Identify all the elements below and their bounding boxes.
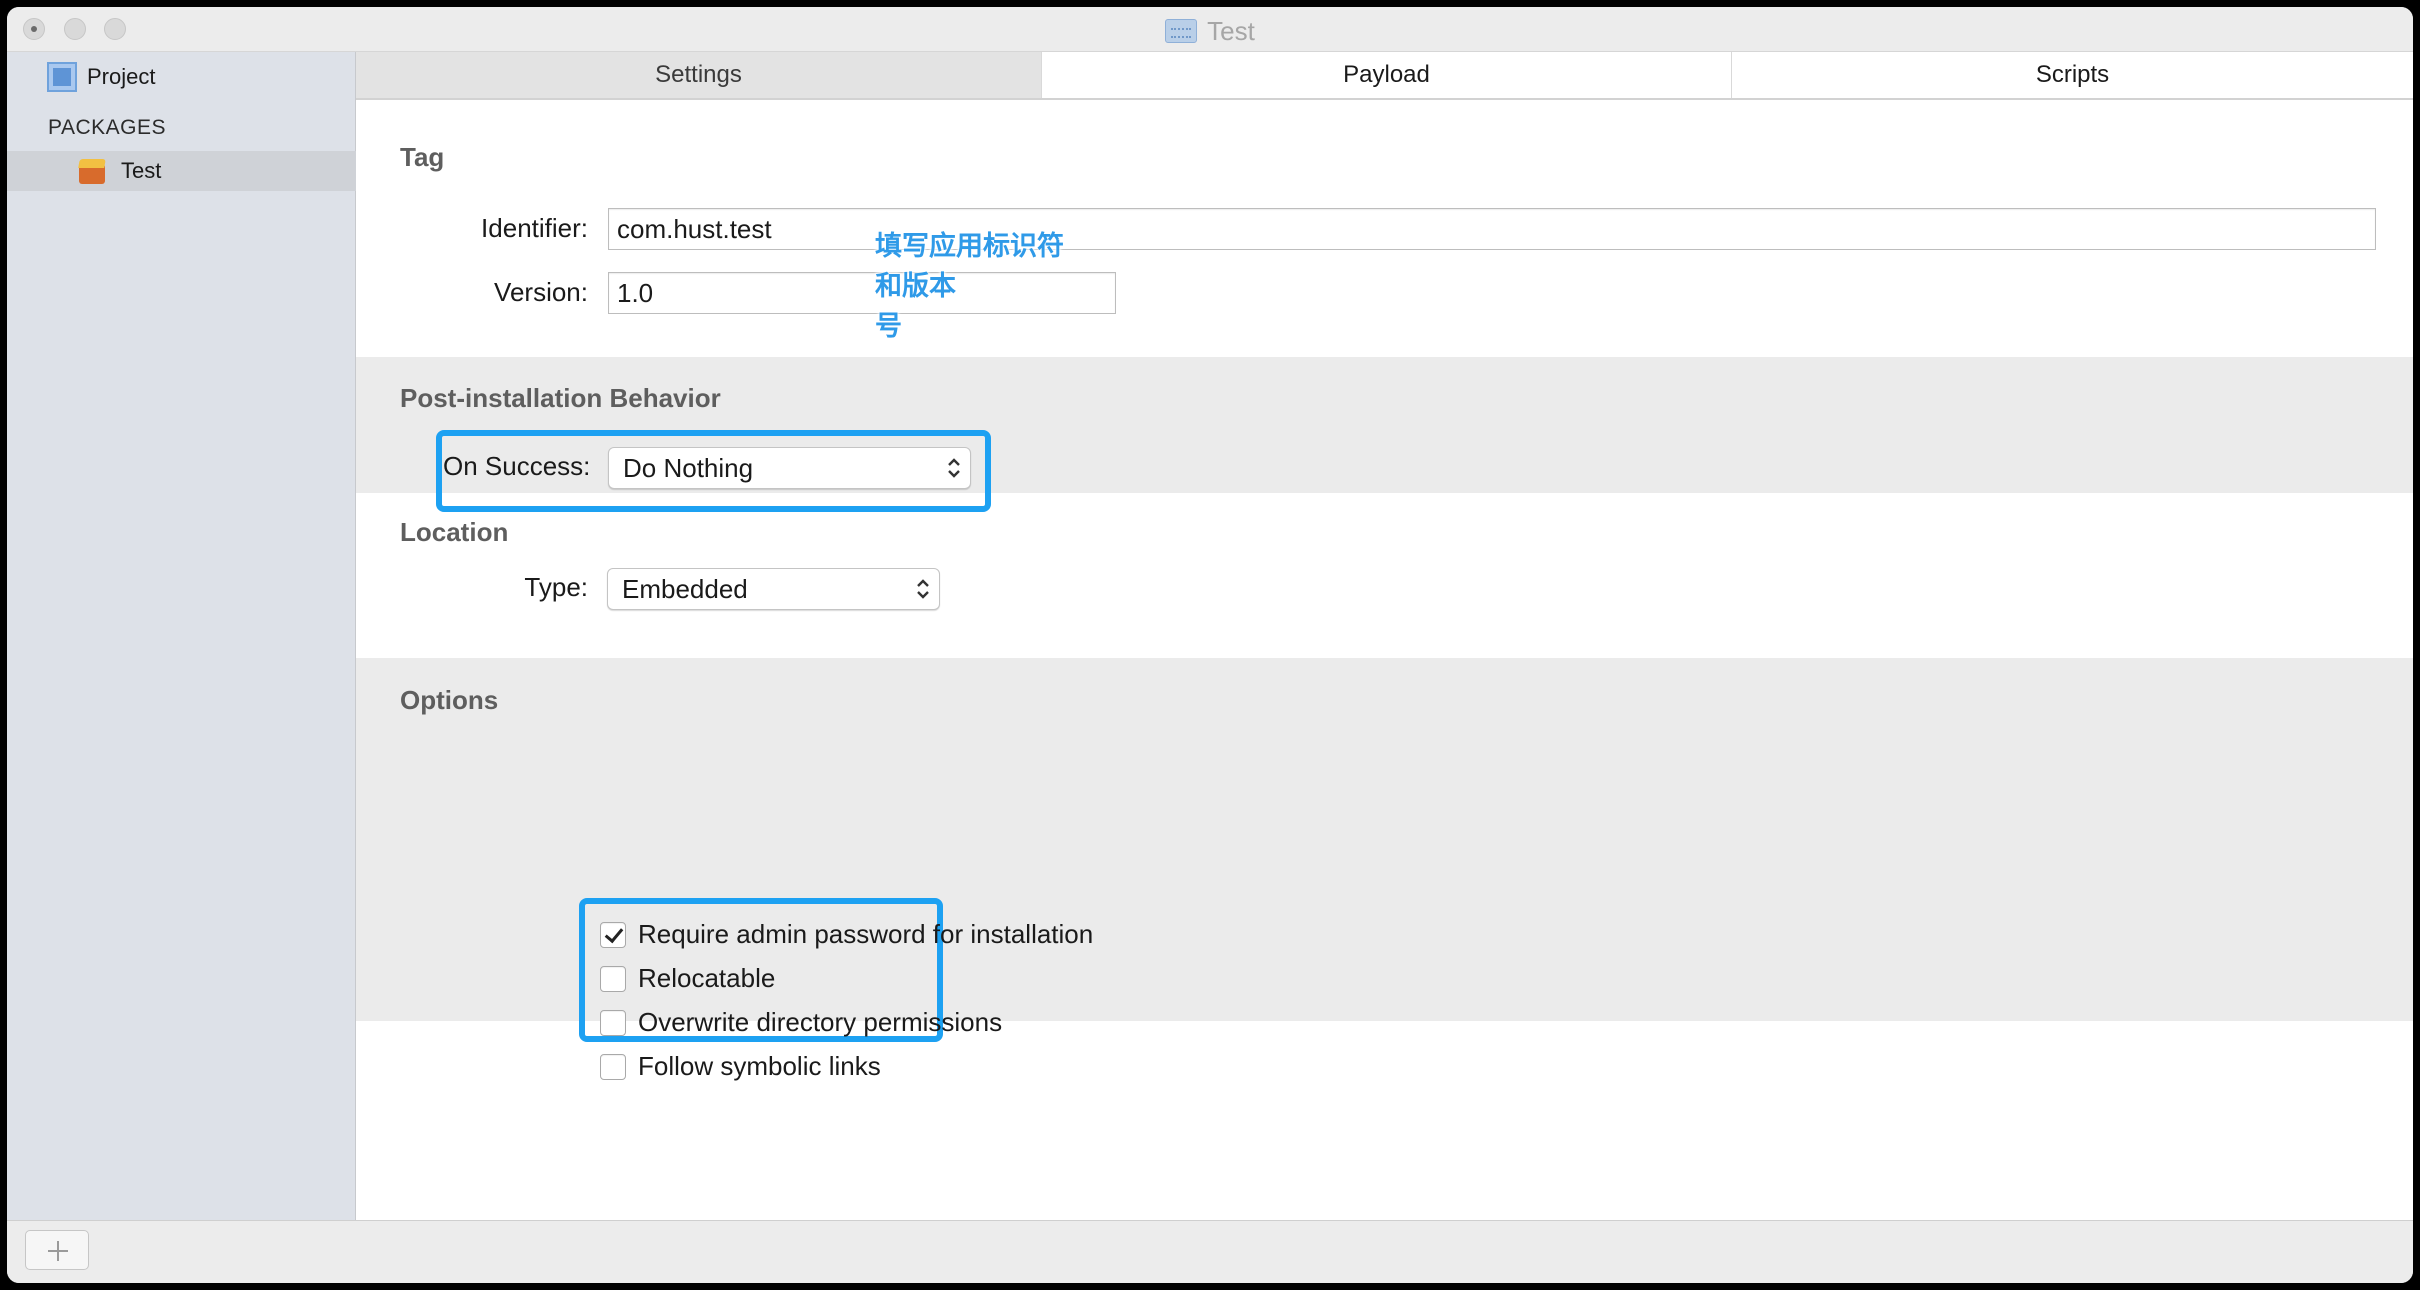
bottom-bar (7, 1220, 2413, 1283)
option-label: Overwrite directory permissions (638, 1007, 1003, 1037)
checkbox-follow-symlinks[interactable] (600, 1053, 626, 1080)
tag-section-title: Tag (400, 142, 445, 172)
title-bar: Test (7, 7, 2413, 52)
post-install-section-title: Post-installation Behavior (400, 383, 721, 413)
project-icon (47, 62, 77, 92)
annotation-line-2: 号 (875, 311, 902, 341)
tab-payload[interactable]: Payload (1041, 52, 1731, 98)
option-overwrite-permissions[interactable]: Overwrite directory permissions (600, 1007, 1002, 1038)
type-label: Type: (524, 572, 588, 602)
window-title-text: Test (1207, 16, 1255, 46)
annotation-note: 填写应用标识符和版本 号 (875, 226, 1075, 346)
add-package-button[interactable] (25, 1230, 89, 1270)
window-title: Test (7, 16, 2413, 47)
checkbox-relocatable[interactable] (600, 965, 626, 992)
packages-section-label: PACKAGES (48, 116, 166, 139)
installer-window: Test Project PACKAGES Test Settings Payl… (7, 7, 2413, 1283)
tag-section: Tag Identifier: Version: 填写应用标识符和版本 号 (356, 100, 2413, 357)
up-down-chevron-icon (917, 579, 929, 599)
options-section-upper: Options (356, 658, 2413, 821)
option-label: Follow symbolic links (638, 1051, 881, 1081)
on-success-value: Do Nothing (623, 452, 754, 483)
tab-scripts[interactable]: Scripts (1731, 52, 2413, 98)
sidebar-item-project[interactable]: Project (47, 61, 155, 93)
location-type-value: Embedded (622, 573, 748, 604)
document-icon (1165, 19, 1198, 43)
options-section-title: Options (400, 685, 499, 715)
post-install-section: Post-installation Behavior On Success: D… (356, 357, 2413, 512)
identifier-label: Identifier: (481, 213, 588, 243)
sidebar-item-label: Project (87, 64, 156, 89)
checkbox-overwrite-permissions[interactable] (600, 1009, 626, 1036)
package-icon (77, 156, 107, 186)
annotation-line-1: 填写应用标识符和版本 (875, 231, 1064, 301)
tab-settings[interactable]: Settings (356, 52, 1041, 98)
sidebar: Project PACKAGES Test (7, 52, 356, 1220)
on-success-label: On Success: (443, 451, 591, 481)
tab-bar: Settings Payload Scripts (356, 52, 2413, 100)
sidebar-item-package-test[interactable]: Test (7, 151, 356, 191)
option-follow-symlinks[interactable]: Follow symbolic links (600, 1051, 881, 1082)
location-section: Location Type: Embedded (356, 493, 2413, 658)
identifier-field[interactable] (608, 208, 2376, 250)
option-relocatable[interactable]: Relocatable (600, 963, 775, 994)
option-label: Require admin password for installation (638, 919, 1094, 949)
version-label: Version: (494, 277, 588, 307)
location-section-title: Location (400, 517, 509, 547)
up-down-chevron-icon (948, 458, 960, 478)
location-type-popup[interactable]: Embedded (607, 568, 940, 610)
on-success-popup[interactable]: Do Nothing (608, 447, 971, 489)
checkbox-require-admin[interactable] (600, 921, 626, 948)
sidebar-item-label: Test (121, 158, 162, 183)
option-label: Relocatable (638, 963, 776, 993)
option-require-admin[interactable]: Require admin password for installation (600, 919, 1093, 950)
